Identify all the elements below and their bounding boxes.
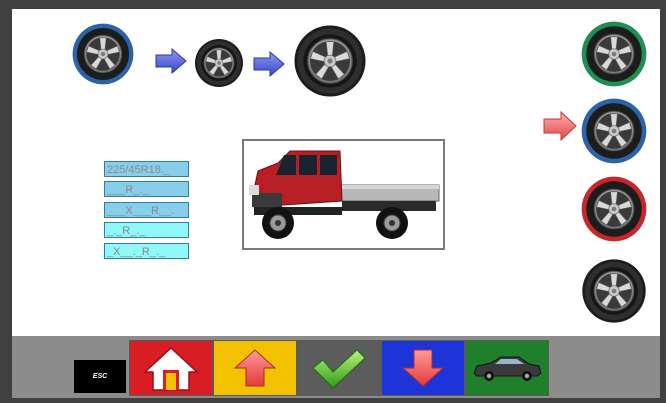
main-panel: 225/45R18._ ___R_._ ___X___R__. _._R_._ …	[12, 9, 660, 336]
arrow-down-icon	[401, 349, 445, 387]
vehicle-button[interactable]	[465, 340, 549, 396]
arrow-right-red-icon	[543, 111, 577, 141]
black-ring-wheel-icon	[293, 24, 367, 98]
checkmark-icon	[312, 349, 366, 389]
tire-size-field-1[interactable]: 225/45R18._	[104, 161, 189, 177]
blue-ring-wheel-icon	[72, 23, 134, 85]
confirm-button[interactable]	[297, 340, 381, 396]
esc-button[interactable]: ESC	[74, 360, 126, 393]
home-icon	[143, 346, 199, 391]
home-button[interactable]	[129, 340, 213, 396]
tire-size-field-4[interactable]: _._R_._	[104, 222, 189, 238]
arrow-right-icon	[253, 51, 285, 77]
tire-size-field-3[interactable]: ___X___R__.	[104, 202, 189, 218]
pickup-truck-icon	[249, 150, 440, 239]
wheel-option-green[interactable]	[581, 21, 647, 87]
car-icon	[473, 356, 542, 381]
up-button[interactable]	[213, 340, 297, 396]
wheel-option-black[interactable]	[581, 258, 647, 324]
plain-wheel-icon	[194, 38, 244, 88]
tire-size-field-5[interactable]: _X__._R_._	[104, 243, 189, 259]
wheel-option-blue[interactable]	[581, 98, 647, 164]
arrow-up-icon	[233, 349, 277, 387]
screen: 225/45R18._ ___R_._ ___X___R__. _._R_._ …	[0, 0, 666, 403]
vehicle-image-frame	[242, 139, 445, 250]
down-button[interactable]	[381, 340, 465, 396]
wheel-option-red[interactable]	[581, 176, 647, 242]
arrow-right-icon	[155, 48, 187, 74]
tire-size-field-2[interactable]: ___R_._	[104, 181, 189, 197]
